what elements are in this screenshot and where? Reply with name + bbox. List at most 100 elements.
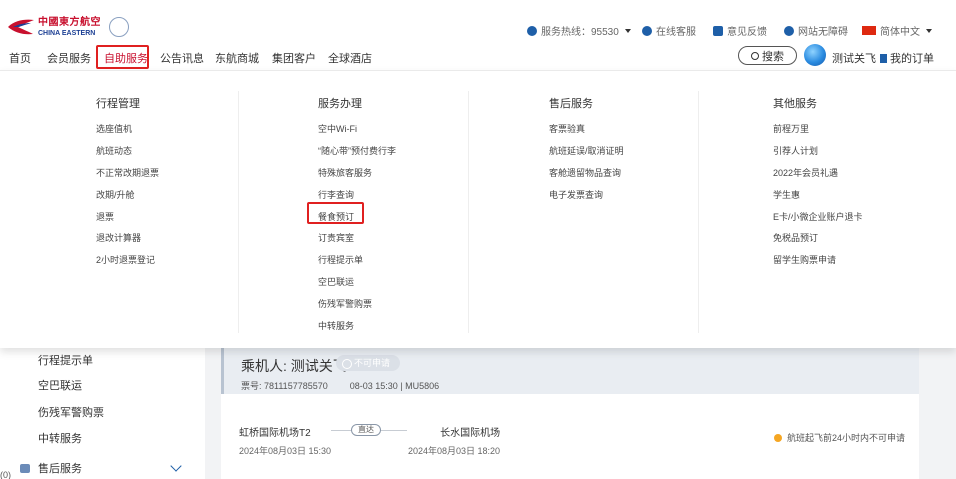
feedback-label: 意见反馈: [727, 27, 767, 38]
menu-link-delay-proof[interactable]: 航班延误/取消证明: [549, 144, 624, 157]
count-badge: (0): [0, 470, 11, 479]
menu-link-flight-status[interactable]: 航班动态: [96, 144, 132, 157]
menu-link-change-upgrade[interactable]: 改期/升舱: [96, 188, 135, 201]
nav-mall[interactable]: 东航商城: [215, 50, 259, 66]
menu-link-2h-refund[interactable]: 2小时退票登记: [96, 253, 155, 266]
menu-link-air-bus[interactable]: 空巴联运: [318, 275, 354, 288]
search-icon: [751, 51, 759, 60]
menu-link-irregular-refund[interactable]: 不正常改期退票: [96, 166, 159, 179]
accessibility-link[interactable]: 网站无障碍: [784, 23, 848, 38]
china-eastern-logo[interactable]: 中國東方航空 CHINA EASTERN: [7, 17, 129, 37]
swallow-logo-icon: [8, 19, 34, 35]
sidebar-item-disabled-military[interactable]: 伤残军警购票: [38, 404, 104, 420]
username[interactable]: 测试关飞: [832, 50, 876, 66]
language-label: 简体中文: [880, 27, 920, 38]
menu-link-ticket-verify[interactable]: 客票验真: [549, 122, 585, 135]
menu-link-e-invoice[interactable]: 电子发票查询: [549, 188, 603, 201]
arrival-airport: 长水国际机场: [440, 428, 501, 439]
ticket-info: 票号: 7811157785570 08-03 15:30 | MU5806: [241, 379, 439, 392]
chat-icon: [642, 25, 652, 36]
language-select[interactable]: 简体中文: [862, 23, 932, 38]
column-title-other-services: 其他服务: [773, 98, 817, 110]
departure-block: 虹桥国际机场T2 2024年08月03日 15:30: [239, 424, 331, 457]
flight-info: 08-03 15:30 | MU5806: [349, 381, 440, 391]
menu-link-itinerary-notice[interactable]: 行程提示单: [318, 253, 363, 266]
nav-member-services[interactable]: 会员服务: [47, 50, 91, 66]
search-button[interactable]: 搜索: [738, 46, 797, 65]
self-service-dropdown: 行程管理 选座值机 航班动态 不正常改期退票 改期/升舱 退票 退改计算器 2小…: [0, 70, 956, 348]
menu-link-wifi[interactable]: 空中Wi-Fi: [318, 122, 357, 135]
hotline-label: 服务热线：95530: [541, 27, 619, 38]
online-service-label: 在线客服: [656, 27, 696, 38]
feedback-link[interactable]: 意见反馈: [713, 23, 767, 38]
heart-icon: [784, 25, 794, 36]
my-orders-label: 我的订单: [890, 53, 934, 65]
menu-link-refund-calculator[interactable]: 退改计算器: [96, 231, 141, 244]
my-orders-link[interactable]: 我的订单: [880, 50, 934, 66]
menu-link-transfer[interactable]: 中转服务: [318, 319, 354, 332]
menu-link-vip-lounge[interactable]: 订贵宾室: [318, 231, 354, 244]
accessibility-label: 网站无障碍: [798, 27, 848, 38]
departure-time: 2024年08月03日 15:30: [239, 446, 332, 456]
column-title-trip-management: 行程管理: [96, 98, 140, 110]
menu-link-disabled-military[interactable]: 伤残军警购票: [318, 297, 372, 310]
meal-booking-highlight-box: [307, 202, 364, 224]
column-divider: [698, 91, 699, 333]
status-badge: 不可申请: [336, 355, 401, 371]
menu-link-refund[interactable]: 退票: [96, 210, 114, 223]
menu-link-prepaid-baggage[interactable]: “随心带”预付费行李: [318, 144, 396, 157]
ticket-card: 乘机人: 测试关飞 不可申请 票号: 7811157785570 08-03 15…: [221, 344, 919, 479]
column-title-after-sales: 售后服务: [549, 98, 593, 110]
passenger-name: 乘机人: 测试关飞: [241, 358, 347, 374]
menu-link-member-benefits[interactable]: 2022年会员礼遇: [773, 166, 838, 179]
ticket-card-header: 乘机人: 测试关飞 不可申请 票号: 7811157785570 08-03 15…: [221, 344, 919, 394]
orders-icon: [880, 53, 887, 63]
column-divider: [238, 91, 239, 333]
sidebar-group-after-sales[interactable]: 售后服务: [20, 460, 82, 476]
caret-down-icon: [624, 28, 631, 33]
china-flag-icon: [862, 26, 876, 35]
logo-chinese: 中國東方航空: [38, 16, 101, 28]
caret-down-icon: [926, 28, 932, 33]
departure-airport: 虹桥国际机场T2: [239, 428, 311, 439]
emblem-icon: [109, 17, 129, 37]
sidebar-item-itinerary[interactable]: 行程提示单: [38, 352, 93, 368]
online-service-link[interactable]: 在线客服: [642, 23, 696, 38]
avatar[interactable]: [804, 44, 826, 66]
phone-icon: [527, 25, 537, 36]
menu-link-baggage-query[interactable]: 行李查询: [318, 188, 354, 201]
menu-link-seat-checkin[interactable]: 选座值机: [96, 122, 132, 135]
sidebar-item-air-bus[interactable]: 空巴联运: [38, 377, 82, 393]
sidebar-menu: 行程提示单 空巴联运 伤残军警购票 中转服务: [0, 340, 205, 479]
menu-link-e-card-refund[interactable]: E卡/小微企业账户退卡: [773, 210, 863, 223]
sidebar-item-transfer[interactable]: 中转服务: [38, 430, 82, 446]
menu-link-lost-items[interactable]: 客舱遗留物品查询: [549, 166, 621, 179]
direct-flight-badge: 直达: [351, 424, 381, 436]
after-sales-icon: [20, 463, 30, 473]
menu-link-student-deal[interactable]: 学生惠: [773, 188, 800, 201]
sidebar-group-label: 售后服务: [38, 463, 82, 475]
menu-link-eastern-miles[interactable]: 前程万里: [773, 122, 809, 135]
hotline[interactable]: 服务热线：95530: [527, 23, 631, 38]
column-title-service-handling: 服务办理: [318, 98, 362, 110]
feedback-icon: [713, 25, 723, 36]
logo-english: CHINA EASTERN: [38, 29, 96, 37]
ticket-number: 票号: 7811157785570: [241, 381, 328, 391]
nav-home[interactable]: 首页: [9, 50, 31, 66]
nav-announcements[interactable]: 公告讯息: [160, 50, 204, 66]
column-divider: [468, 91, 469, 333]
nav-group-clients[interactable]: 集团客户: [272, 50, 316, 66]
menu-link-overseas-student[interactable]: 留学生购票申请: [773, 253, 836, 266]
self-service-highlight-box: [96, 45, 149, 69]
menu-link-duty-free[interactable]: 免税品预订: [773, 231, 818, 244]
menu-link-referral[interactable]: 引荐人计划: [773, 144, 818, 157]
search-label: 搜索: [762, 50, 784, 63]
notice: 航班起飞前24小时内不可申请: [774, 431, 905, 444]
nav-global-hotels[interactable]: 全球酒店: [328, 50, 372, 66]
arrival-time: 2024年08月03日 18:20: [408, 446, 501, 456]
warning-icon: [774, 433, 782, 442]
notice-text: 航班起飞前24小时内不可申请: [787, 433, 906, 443]
arrival-block: 长水国际机场 2024年08月03日 18:20: [408, 424, 500, 457]
menu-link-special-passenger[interactable]: 特殊旅客服务: [318, 166, 372, 179]
site-header: 中國東方航空 CHINA EASTERN 服务热线：95530 在线客服 意见反…: [0, 0, 956, 70]
